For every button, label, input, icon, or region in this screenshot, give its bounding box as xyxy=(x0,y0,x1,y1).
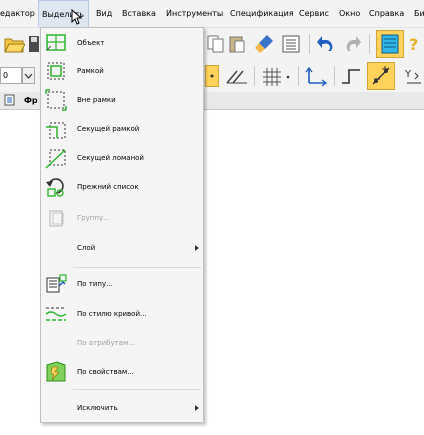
menu-item-label: Секущей рамкой xyxy=(77,125,140,133)
previous-list-icon xyxy=(45,176,67,198)
document-tab-label[interactable]: Фр xyxy=(24,92,38,109)
crossing-polyline-icon xyxy=(45,147,67,169)
menu-item-by-properties[interactable]: По свойствам... xyxy=(41,359,203,385)
outside-frame-icon xyxy=(45,89,67,111)
menu-service[interactable]: Сервис xyxy=(299,0,329,27)
toolbar-separator xyxy=(309,34,310,54)
menu-item-label: По типу... xyxy=(77,280,113,288)
menu-tools[interactable]: Инструменты xyxy=(166,0,223,27)
help-button[interactable]: ? xyxy=(406,32,424,56)
menu-specification[interactable]: Спецификация xyxy=(230,0,294,27)
menu-item-exclude[interactable]: Исключить xyxy=(41,395,203,421)
submenu-arrow-icon xyxy=(195,245,199,251)
menu-item-previous-list[interactable]: Прежний список xyxy=(41,174,203,200)
group-icon xyxy=(45,207,67,229)
by-type-icon xyxy=(45,273,67,295)
menu-item-crossing-frame[interactable]: Секущей рамкой xyxy=(41,116,203,142)
mouse-cursor-icon xyxy=(71,9,83,25)
toolbar-separator xyxy=(254,66,255,86)
menu-item-label: Слой xyxy=(77,244,96,252)
menu-item-by-type[interactable]: По типу... xyxy=(41,271,203,297)
menu-item-label: По свойствам... xyxy=(77,368,134,376)
menu-help[interactable]: Справка xyxy=(369,0,404,27)
menu-separator xyxy=(73,389,201,390)
redo-button[interactable] xyxy=(343,32,363,56)
menubar: едактор Выделить Вид Вставка Инструменты… xyxy=(0,0,424,28)
open-folder-button[interactable] xyxy=(2,32,26,56)
panel-toggle-button[interactable] xyxy=(376,30,404,58)
menu-item-label: По атрибутам... xyxy=(77,339,135,347)
toolbar-separator xyxy=(369,34,370,54)
menu-view[interactable]: Вид xyxy=(96,0,112,27)
menu-item-label: Группу... xyxy=(77,214,110,222)
scale-combo-arrow[interactable] xyxy=(22,67,35,84)
copy-button[interactable] xyxy=(206,32,226,56)
menu-insert[interactable]: Вставка xyxy=(122,0,156,27)
menu-item-outside-frame[interactable]: Вне рамки xyxy=(41,87,203,113)
parametric-mode-button[interactable] xyxy=(367,62,395,90)
scale-combo[interactable]: 0 xyxy=(0,67,22,84)
paste-button[interactable] xyxy=(227,32,247,56)
menu-item-label: Прежний список xyxy=(77,183,139,191)
menu-item-label: По стилю кривой... xyxy=(77,310,147,318)
menu-separator xyxy=(73,267,201,268)
submenu-arrow-icon xyxy=(195,405,199,411)
document-icon xyxy=(4,94,16,106)
undo-button[interactable] xyxy=(315,32,337,56)
grid-icon[interactable] xyxy=(259,65,295,87)
menu-library[interactable]: Би xyxy=(414,0,424,27)
menu-item-label: Вне рамки xyxy=(77,96,116,104)
menu-item-by-frame[interactable]: Рамкой xyxy=(41,58,203,84)
local-cs-icon[interactable] xyxy=(302,64,330,88)
svg-text:Y: Y xyxy=(404,69,412,80)
menu-item-by-curve-style[interactable]: По стилю кривой... xyxy=(41,301,203,327)
menu-item-crossing-polyline[interactable]: Секущей ломаной xyxy=(41,145,203,171)
save-button[interactable] xyxy=(28,32,40,56)
frame-select-icon xyxy=(45,60,67,82)
crossing-frame-icon xyxy=(45,118,67,140)
coordinate-y-icon[interactable]: Y xyxy=(402,64,424,88)
menu-item-by-attributes[interactable]: По атрибутам... xyxy=(41,330,203,356)
menu-item-label: Исключить xyxy=(77,404,118,412)
menu-item-label: Секущей ломаной xyxy=(77,154,144,162)
toolbar-separator xyxy=(334,66,335,86)
svg-text:?: ? xyxy=(409,35,418,54)
menu-item-group[interactable]: Группу... xyxy=(41,205,203,231)
by-curve-style-icon xyxy=(45,303,67,325)
menu-item-layer[interactable]: Слой xyxy=(41,235,203,261)
menu-window[interactable]: Окно xyxy=(339,0,360,27)
select-menu: Объект Рамкой Вне рамки Секущей рамкой С… xyxy=(40,27,204,423)
round-step-icon[interactable] xyxy=(338,64,364,88)
format-brush-button[interactable] xyxy=(252,32,276,56)
by-properties-icon xyxy=(45,361,67,383)
menu-editor[interactable]: едактор xyxy=(0,0,35,27)
object-select-icon xyxy=(45,32,67,54)
snap-dropdown-button[interactable] xyxy=(205,65,219,87)
menu-item-label: Рамкой xyxy=(77,67,104,75)
menu-item-label: Объект xyxy=(77,39,105,47)
properties-list-button[interactable] xyxy=(280,32,302,56)
toolbar-separator xyxy=(298,66,299,86)
ortho-mode-icon[interactable] xyxy=(224,65,250,87)
menu-item-object[interactable]: Объект xyxy=(41,30,203,56)
